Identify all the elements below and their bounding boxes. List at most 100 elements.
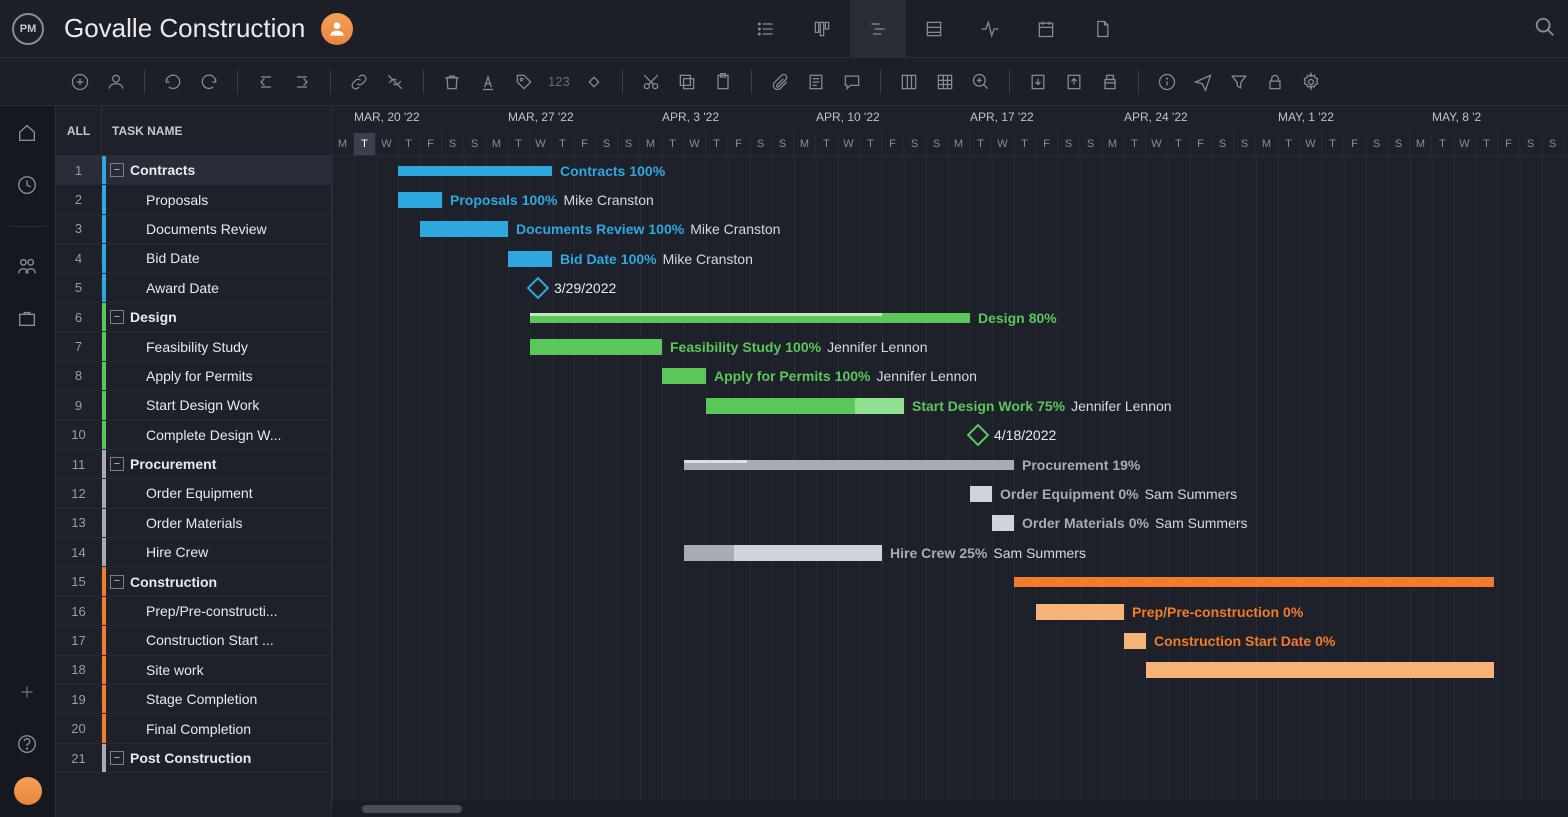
delete-icon[interactable] xyxy=(440,70,464,94)
task-row[interactable]: 2Proposals xyxy=(56,185,331,214)
gantt-bar[interactable] xyxy=(1014,568,1502,597)
view-activity-icon[interactable] xyxy=(962,0,1018,58)
view-list-icon[interactable] xyxy=(738,0,794,58)
collapse-icon[interactable]: − xyxy=(110,751,124,765)
gantt-bar[interactable]: Hire Crew25%Sam Summers xyxy=(684,538,1086,567)
lock-icon[interactable] xyxy=(1263,70,1287,94)
view-calendar-icon[interactable] xyxy=(1018,0,1074,58)
task-row[interactable]: 20Final Completion xyxy=(56,714,331,743)
task-row[interactable]: 4Bid Date xyxy=(56,244,331,273)
gear-icon[interactable] xyxy=(1299,70,1323,94)
view-sheet-icon[interactable] xyxy=(906,0,962,58)
unlink-icon[interactable] xyxy=(383,70,407,94)
task-row[interactable]: 7Feasibility Study xyxy=(56,332,331,361)
comment-icon[interactable] xyxy=(840,70,864,94)
text-color-icon[interactable] xyxy=(476,70,500,94)
task-row[interactable]: 10Complete Design W... xyxy=(56,421,331,450)
gantt-bar[interactable]: Documents Review100%Mike Cranston xyxy=(420,215,780,244)
outdent-icon[interactable] xyxy=(254,70,278,94)
gantt-bar[interactable]: Bid Date100%Mike Cranston xyxy=(508,244,753,273)
assign-icon[interactable] xyxy=(104,70,128,94)
help-icon[interactable] xyxy=(16,733,40,757)
gantt-bar[interactable]: Prep/Pre-construction0% xyxy=(1036,597,1303,626)
task-row[interactable]: 16Prep/Pre-constructi... xyxy=(56,597,331,626)
column-task-name[interactable]: TASK NAME xyxy=(102,106,331,155)
zoom-icon[interactable] xyxy=(969,70,993,94)
briefcase-icon[interactable] xyxy=(16,307,40,331)
gantt-bar[interactable]: Proposals100%Mike Cranston xyxy=(398,185,654,214)
task-row[interactable]: 15−Construction xyxy=(56,567,331,596)
task-row[interactable]: 18Site work xyxy=(56,656,331,685)
columns-icon[interactable] xyxy=(897,70,921,94)
collapse-icon[interactable]: − xyxy=(110,457,124,471)
app-logo[interactable]: PM xyxy=(12,13,44,45)
task-row[interactable]: 13Order Materials xyxy=(56,509,331,538)
send-icon[interactable] xyxy=(1191,70,1215,94)
gantt-bar[interactable]: Apply for Permits100%Jennifer Lennon xyxy=(662,362,977,391)
view-board-icon[interactable] xyxy=(794,0,850,58)
link-icon[interactable] xyxy=(347,70,371,94)
horizontal-scrollbar[interactable] xyxy=(332,801,1568,817)
search-icon[interactable] xyxy=(1534,16,1556,41)
task-row[interactable]: 5Award Date xyxy=(56,274,331,303)
day-label: S xyxy=(1234,133,1256,155)
gantt-bar[interactable] xyxy=(1146,656,1502,685)
task-row[interactable]: 21−Post Construction xyxy=(56,744,331,773)
info-icon[interactable] xyxy=(1155,70,1179,94)
task-row[interactable]: 9Start Design Work xyxy=(56,391,331,420)
diamond-icon[interactable] xyxy=(582,70,606,94)
day-label: T xyxy=(706,133,728,155)
import-icon[interactable] xyxy=(1026,70,1050,94)
clock-icon[interactable] xyxy=(16,174,40,198)
gantt-bar[interactable]: Order Materials0%Sam Summers xyxy=(992,509,1248,538)
cut-icon[interactable] xyxy=(639,70,663,94)
task-row[interactable]: 12Order Equipment xyxy=(56,479,331,508)
gantt-header: MAR, 20 '22MAR, 27 '22APR, 3 '22APR, 10 … xyxy=(332,106,1568,156)
redo-icon[interactable] xyxy=(197,70,221,94)
gantt-body[interactable]: Contracts100%Proposals100%Mike CranstonD… xyxy=(332,156,1568,801)
column-all[interactable]: ALL xyxy=(56,106,102,155)
view-gantt-icon[interactable] xyxy=(850,0,906,58)
view-file-icon[interactable] xyxy=(1074,0,1130,58)
task-row[interactable]: 17Construction Start ... xyxy=(56,626,331,655)
avatar[interactable] xyxy=(321,13,353,45)
grid-icon[interactable] xyxy=(933,70,957,94)
scrollbar-thumb[interactable] xyxy=(362,805,462,813)
task-row[interactable]: 11−Procurement xyxy=(56,450,331,479)
print-icon[interactable] xyxy=(1098,70,1122,94)
tag-icon[interactable] xyxy=(512,70,536,94)
task-row[interactable]: 8Apply for Permits xyxy=(56,362,331,391)
add-icon[interactable] xyxy=(68,70,92,94)
gantt-bar[interactable]: 4/18/2022 xyxy=(970,421,1056,450)
gantt-bar[interactable]: Feasibility Study100%Jennifer Lennon xyxy=(530,332,927,361)
filter-icon[interactable] xyxy=(1227,70,1251,94)
plus-icon[interactable] xyxy=(16,681,40,705)
gantt-bar[interactable]: Construction Start Date0% xyxy=(1124,626,1335,655)
collapse-icon[interactable]: − xyxy=(110,163,124,177)
undo-icon[interactable] xyxy=(161,70,185,94)
task-row[interactable]: 1−Contracts xyxy=(56,156,331,185)
gantt-bar[interactable]: Procurement19% xyxy=(684,450,1140,479)
export-icon[interactable] xyxy=(1062,70,1086,94)
gantt-bar[interactable]: Start Design Work75%Jennifer Lennon xyxy=(706,391,1172,420)
note-icon[interactable] xyxy=(804,70,828,94)
gantt-bar[interactable]: Contracts100% xyxy=(398,156,665,185)
attachment-icon[interactable] xyxy=(768,70,792,94)
collapse-icon[interactable]: − xyxy=(110,575,124,589)
gantt-bar[interactable]: Design80% xyxy=(530,303,1057,332)
task-row[interactable]: 3Documents Review xyxy=(56,215,331,244)
collapse-icon[interactable]: − xyxy=(110,310,124,324)
user-avatar[interactable] xyxy=(14,777,42,805)
day-label: W xyxy=(838,133,860,155)
home-icon[interactable] xyxy=(16,122,40,146)
indent-icon[interactable] xyxy=(290,70,314,94)
people-icon[interactable] xyxy=(16,255,40,279)
paste-icon[interactable] xyxy=(711,70,735,94)
gantt-bar[interactable]: 3/29/2022 xyxy=(530,274,616,303)
task-row[interactable]: 6−Design xyxy=(56,303,331,332)
gantt-bar[interactable]: Order Equipment0%Sam Summers xyxy=(970,479,1237,508)
task-name: Prep/Pre-constructi... xyxy=(146,603,331,619)
task-row[interactable]: 14Hire Crew xyxy=(56,538,331,567)
task-row[interactable]: 19Stage Completion xyxy=(56,685,331,714)
copy-icon[interactable] xyxy=(675,70,699,94)
